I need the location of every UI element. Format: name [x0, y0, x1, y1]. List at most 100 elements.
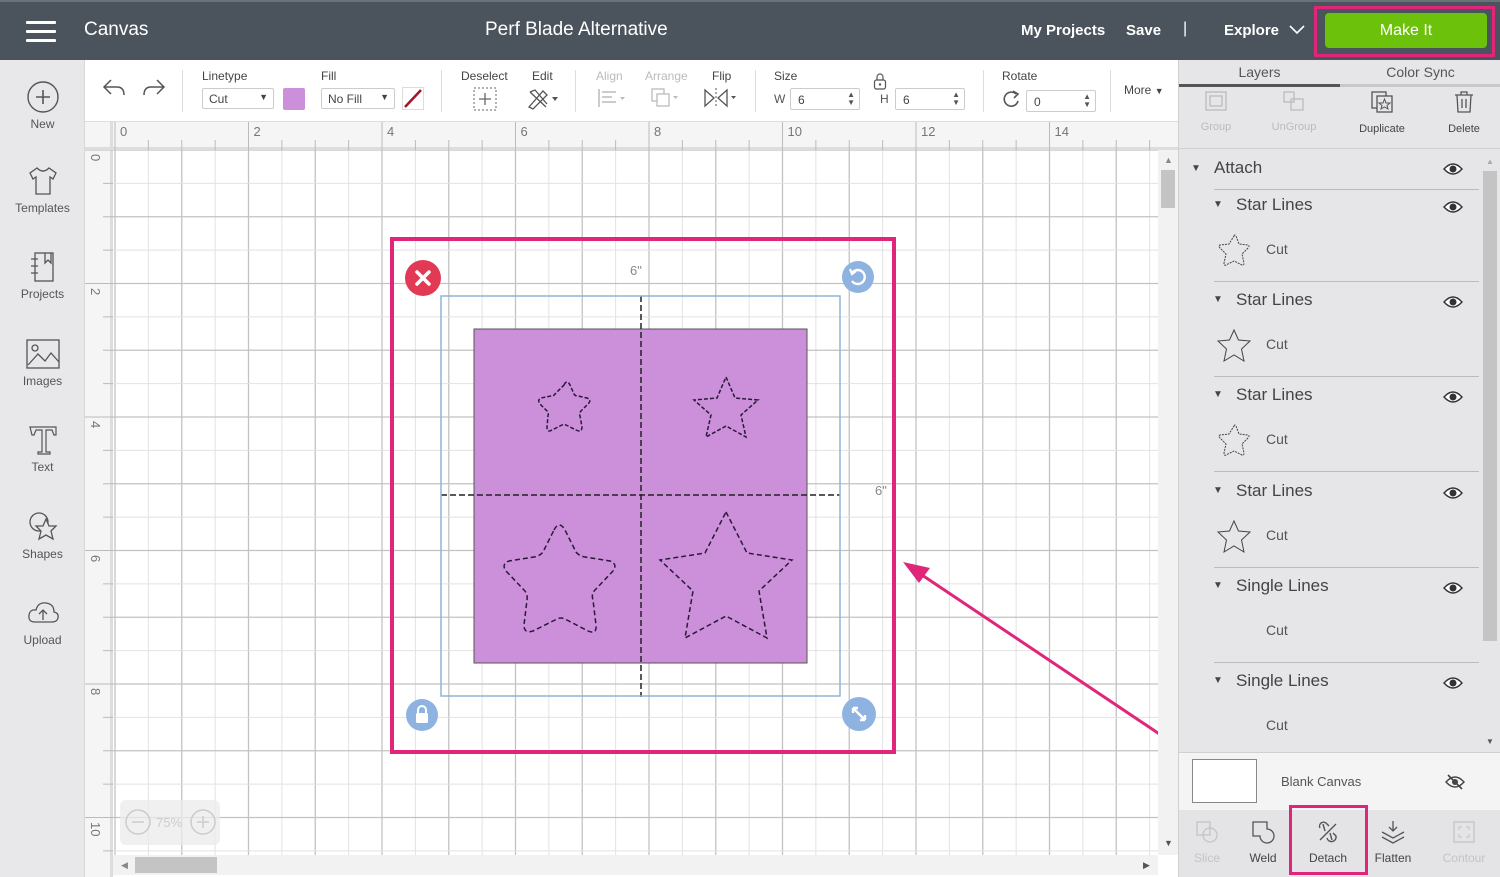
group-button[interactable]: Group	[1191, 90, 1241, 133]
eye-icon[interactable]	[1443, 162, 1463, 176]
no-fill-swatch-icon[interactable]	[402, 87, 424, 110]
layer-sublayer[interactable]: Cut	[1214, 707, 1474, 747]
eye-icon[interactable]	[1443, 295, 1463, 309]
scroll-right-icon[interactable]: ▶	[1143, 860, 1150, 871]
height-input[interactable]: 6 ▲ ▼	[895, 88, 965, 110]
vertical-scroll-thumb[interactable]	[1161, 170, 1175, 208]
layer-item[interactable]: ▼ Single Lines	[1179, 574, 1479, 602]
layer-scroll-thumb[interactable]	[1483, 171, 1497, 641]
layer-item[interactable]: ▼ Star Lines	[1179, 193, 1479, 221]
delete-button[interactable]: Delete	[1441, 90, 1487, 135]
hamburger-menu-icon[interactable]	[26, 21, 56, 43]
sidebar-label: Images	[22, 374, 63, 388]
separator: |	[1183, 20, 1188, 37]
blank-canvas-swatch[interactable]	[1192, 759, 1257, 803]
sidebar-item-text[interactable]: Text	[0, 423, 85, 474]
caret-down-icon[interactable]: ▼	[1191, 163, 1201, 174]
sidebar-item-shapes[interactable]: Shapes	[0, 510, 85, 561]
tab-color-sync[interactable]: Color Sync	[1340, 60, 1500, 87]
eye-hidden-icon[interactable]	[1445, 773, 1465, 791]
layer-item[interactable]: ▼ Single Lines	[1179, 669, 1479, 697]
caret-down-icon[interactable]: ▼	[1213, 199, 1223, 210]
rotate-handle-icon[interactable]	[841, 260, 875, 294]
layer-scrollbar[interactable]: ▲ ▼	[1481, 155, 1499, 752]
weld-button[interactable]: Weld	[1241, 810, 1285, 865]
duplicate-label: Duplicate	[1359, 123, 1405, 135]
linetype-color-swatch[interactable]	[283, 88, 305, 110]
star-thumbnail-icon	[1216, 519, 1252, 553]
eye-icon[interactable]	[1443, 390, 1463, 404]
sidebar-item-images[interactable]: Images	[0, 337, 85, 388]
explore-dropdown[interactable]: Explore	[1224, 22, 1305, 39]
horizontal-scroll-thumb[interactable]	[135, 857, 217, 873]
delete-handle-icon[interactable]	[404, 259, 442, 297]
duplicate-button[interactable]: Duplicate	[1351, 90, 1413, 135]
flip-icon[interactable]	[703, 87, 739, 109]
eye-icon[interactable]	[1443, 486, 1463, 500]
caret-down-icon[interactable]: ▼	[1213, 485, 1223, 496]
scroll-up-icon[interactable]: ▲	[1164, 155, 1173, 165]
layer-sublayer[interactable]: Cut	[1214, 326, 1474, 366]
ungroup-button[interactable]: UnGroup	[1264, 90, 1324, 133]
spinner-icon[interactable]: ▲ ▼	[1083, 93, 1091, 109]
sidebar-item-projects[interactable]: Projects	[0, 250, 85, 301]
fill-select[interactable]: No Fill ▼	[321, 88, 395, 109]
make-it-button[interactable]: Make It	[1325, 13, 1487, 48]
lock-proportions-icon[interactable]	[872, 72, 888, 90]
layer-sublayer[interactable]: Cut	[1214, 517, 1474, 557]
caret-down-icon[interactable]: ▼	[1213, 675, 1223, 686]
zoom-out-icon[interactable]	[125, 809, 151, 835]
eye-icon[interactable]	[1443, 200, 1463, 214]
eye-icon[interactable]	[1443, 581, 1463, 595]
slice-icon	[1196, 821, 1218, 843]
edit-tools-icon[interactable]	[526, 87, 560, 111]
star-thumbnail-icon	[1216, 328, 1252, 363]
sidebar-label: New	[30, 117, 55, 131]
eye-icon[interactable]	[1443, 676, 1463, 690]
tab-layers[interactable]: Layers	[1179, 60, 1340, 87]
sidebar-item-templates[interactable]: Templates	[0, 164, 85, 215]
detach-button[interactable]: Detach	[1297, 810, 1359, 865]
scroll-left-icon[interactable]: ◀	[121, 860, 128, 871]
layer-sublayer[interactable]: Cut	[1214, 612, 1474, 652]
layer-item[interactable]: ▼ Star Lines	[1179, 288, 1479, 316]
zoom-level: 75%	[156, 815, 183, 830]
redo-icon[interactable]	[141, 77, 167, 99]
width-input[interactable]: 6 ▲ ▼	[790, 88, 860, 110]
resize-handle-icon[interactable]	[841, 696, 877, 732]
align-icon[interactable]	[597, 88, 627, 108]
contour-button[interactable]: Contour	[1437, 810, 1491, 865]
undo-icon[interactable]	[101, 77, 127, 99]
layer-item[interactable]: ▼ Star Lines	[1179, 383, 1479, 411]
slice-button[interactable]: Slice	[1185, 810, 1229, 865]
horizontal-scrollbar[interactable]: ◀ ▶	[113, 855, 1158, 875]
arrange-icon[interactable]	[650, 87, 682, 109]
zoom-in-icon[interactable]	[190, 809, 216, 835]
linetype-select[interactable]: Cut ▼	[202, 88, 274, 109]
rotate-input[interactable]: 0 ▲ ▼	[1026, 90, 1096, 112]
sidebar-item-new[interactable]: New	[0, 80, 85, 131]
scroll-down-icon[interactable]: ▼	[1486, 737, 1494, 746]
caret-down-icon[interactable]: ▼	[1213, 389, 1223, 400]
design-canvas[interactable]: 6" 6" 75%	[113, 150, 1158, 855]
scroll-down-icon[interactable]: ▼	[1164, 838, 1173, 848]
more-menu[interactable]: More ▼	[1124, 83, 1164, 97]
deselect-icon[interactable]	[473, 87, 497, 111]
my-projects-link[interactable]: My Projects	[1021, 22, 1105, 39]
blank-canvas-row[interactable]: Blank Canvas	[1179, 752, 1500, 810]
layer-group-attach[interactable]: ▼ Attach	[1179, 158, 1479, 184]
save-button[interactable]: Save	[1126, 22, 1161, 39]
layer-sublayer[interactable]: Cut	[1214, 421, 1474, 461]
caret-down-icon[interactable]: ▼	[1213, 294, 1223, 305]
lock-handle-icon[interactable]	[405, 698, 439, 732]
scroll-up-icon[interactable]: ▲	[1486, 157, 1494, 166]
flatten-button[interactable]: Flatten	[1371, 810, 1415, 865]
caret-down-icon[interactable]: ▼	[1213, 580, 1223, 591]
spinner-icon[interactable]: ▲ ▼	[952, 91, 960, 107]
sidebar-item-upload[interactable]: Upload	[0, 596, 85, 647]
layer-type: Cut	[1266, 621, 1288, 638]
layer-item[interactable]: ▼ Star Lines	[1179, 479, 1479, 507]
vertical-scrollbar[interactable]: ▲ ▼	[1158, 150, 1178, 855]
layer-sublayer[interactable]: Cut	[1214, 231, 1474, 271]
spinner-icon[interactable]: ▲ ▼	[847, 91, 855, 107]
